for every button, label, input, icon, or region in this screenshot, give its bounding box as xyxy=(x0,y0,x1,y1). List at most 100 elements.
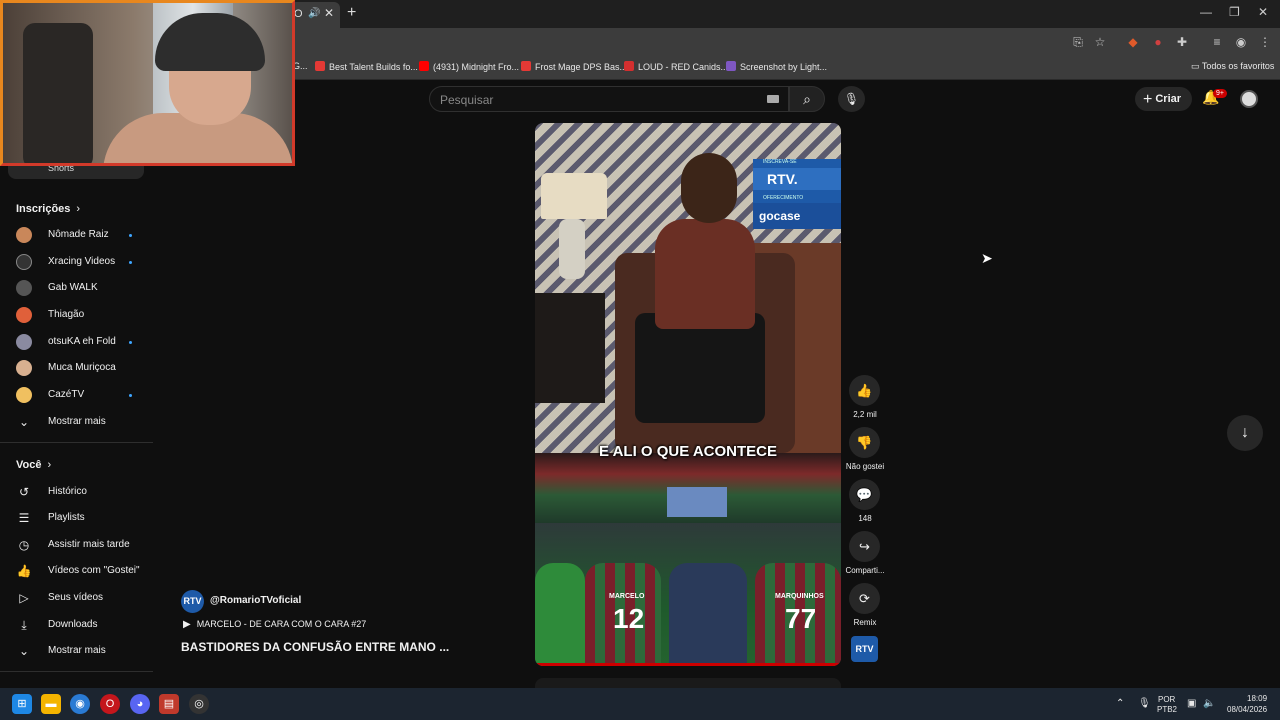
playlists-icon: ☰ xyxy=(18,511,30,525)
channel-avatar[interactable]: RTV xyxy=(181,590,204,613)
sidebar-item-subscription[interactable]: CazéTV xyxy=(0,382,153,408)
video-lamp xyxy=(541,173,607,219)
sidebar-item-history[interactable]: ↺ Histórico xyxy=(0,479,153,505)
keyboard-icon[interactable] xyxy=(767,95,779,103)
sidebar-item-subscription[interactable]: Nômade Raiz xyxy=(0,222,153,248)
search-button[interactable]: ⌕ xyxy=(789,86,825,112)
bookmark-star-icon[interactable]: ☆ xyxy=(1092,34,1108,50)
share-label: Comparti... xyxy=(845,566,885,575)
sidebar-item-playlists[interactable]: ☰ Playlists xyxy=(0,505,153,531)
discord-icon[interactable]: ◕ xyxy=(130,694,150,714)
thumbs-down-icon: 👎 xyxy=(856,435,873,450)
windows-start-icon[interactable]: ⊞ xyxy=(12,694,32,714)
channel-avatar-icon xyxy=(16,307,32,323)
sidebar-item-subscription[interactable]: Thiagão xyxy=(0,302,153,328)
tab-close-icon[interactable]: ✕ xyxy=(324,6,334,20)
browser-tab-active[interactable]: O 🔊 ✕ xyxy=(290,2,340,28)
video-side-table xyxy=(535,293,605,403)
extension-fox-icon[interactable]: ◆ xyxy=(1125,34,1141,50)
sidebar-item-your-videos[interactable]: ▷ Seus vídeos xyxy=(0,585,153,611)
clock-time[interactable]: 18:09 xyxy=(1247,694,1267,703)
opera-icon[interactable]: O xyxy=(100,694,120,714)
close-window-icon[interactable]: ✕ xyxy=(1258,5,1268,19)
sidebar-item-liked[interactable]: 👍 Vídeos com "Gostei" xyxy=(0,558,153,584)
play-icon: ▶ xyxy=(183,619,191,630)
sidebar-item-subscription[interactable]: Xracing Videos xyxy=(0,249,153,275)
new-content-dot xyxy=(129,341,132,344)
playlist-title: MARCELO - DE CARA COM O CARA #27 xyxy=(196,619,367,629)
new-tab-button[interactable]: + xyxy=(347,4,356,22)
overlay-brand: RTV. xyxy=(753,168,841,190)
sidebar-item-shorts[interactable]: Shorts xyxy=(8,163,144,179)
youtube-favicon-icon xyxy=(419,61,429,71)
search-input[interactable] xyxy=(440,92,740,108)
install-app-icon[interactable]: ⎘ xyxy=(1070,34,1086,50)
restore-icon[interactable]: ❐ xyxy=(1229,5,1240,19)
network-icon[interactable]: ▣ xyxy=(1187,698,1196,709)
liked-icon: 👍 xyxy=(16,564,32,578)
sidebar-item-subscription[interactable]: Gab WALK xyxy=(0,275,153,301)
bookmark-item[interactable]: G... xyxy=(293,61,308,71)
shorts-video-player[interactable]: INSCREVA-SE RTV. OFERECIMENTO gocase E A… xyxy=(535,123,841,666)
sidebar-item-subscription[interactable]: Muca Muriçoca xyxy=(0,355,153,381)
bookmark-item[interactable]: Frost Mage DPS Bas... xyxy=(521,61,627,72)
language-indicator[interactable]: POR xyxy=(1158,695,1175,704)
sidebar-item-label: Gab WALK xyxy=(48,282,98,293)
app-icon[interactable]: ▤ xyxy=(159,694,179,714)
dislike-button[interactable]: 👎 xyxy=(849,427,880,458)
profile-icon[interactable]: ◉ xyxy=(1233,34,1249,50)
create-label: Criar xyxy=(1155,93,1182,105)
video-title[interactable]: BASTIDORES DA CONFUSÃO ENTRE MANO ... xyxy=(181,640,449,654)
remix-button[interactable]: ⟳ xyxy=(849,583,880,614)
search-box xyxy=(429,86,789,112)
clock-date[interactable]: 08/04/2026 xyxy=(1227,705,1267,714)
sidebar-show-more-subscriptions[interactable]: ⌄ Mostrar mais xyxy=(0,409,153,435)
bookmark-item[interactable]: Best Talent Builds fo... xyxy=(315,61,418,72)
comments-button[interactable]: 💬 xyxy=(849,479,880,510)
sidebar-item-subscription[interactable]: otsuKA eh Fold xyxy=(0,329,153,355)
volume-icon[interactable]: 🔈 xyxy=(1203,698,1215,709)
search-icon: ⌕ xyxy=(803,91,811,107)
keyboard-layout[interactable]: PTB2 xyxy=(1157,705,1177,714)
extension-badge-icon[interactable]: ● xyxy=(1150,34,1166,50)
file-explorer-icon[interactable]: ▬ xyxy=(41,694,61,714)
tray-chevron-up-icon[interactable]: ⌃ xyxy=(1116,698,1124,709)
all-bookmarks[interactable]: ▭ Todos os favoritos xyxy=(1191,61,1274,72)
obs-icon[interactable]: ◎ xyxy=(189,694,209,714)
create-button[interactable]: + Criar xyxy=(1135,87,1192,111)
bookmark-item[interactable]: (4931) Midnight Fro... xyxy=(419,61,519,72)
tray-mic-icon[interactable]: 🎙 xyxy=(1138,698,1151,709)
sidebar-show-more-you[interactable]: ⌄ Mostrar mais xyxy=(0,638,153,664)
channel-name[interactable]: @RomarioTVoficial xyxy=(210,595,301,606)
bookmark-item[interactable]: Screenshot by Light... xyxy=(726,61,827,72)
next-short-preview[interactable] xyxy=(535,678,841,688)
subscriptions-heading[interactable]: Inscrições › xyxy=(16,203,80,215)
sidebar-item-watch-later[interactable]: ◷ Assistir mais tarde xyxy=(0,532,153,558)
mic-button[interactable]: 🎙 xyxy=(838,86,865,112)
speaker-icon[interactable]: 🔊 xyxy=(308,8,320,19)
share-button[interactable]: ↪ xyxy=(849,531,880,562)
sidebar: Shorts Inscrições › Nômade Raiz Xracing V… xyxy=(0,163,153,676)
you-heading[interactable]: Você › xyxy=(16,459,51,471)
next-video-button[interactable]: ↓ xyxy=(1227,415,1263,451)
media-control-icon[interactable]: ≡ xyxy=(1209,34,1225,50)
browser-menu-icon[interactable]: ⋮ xyxy=(1257,34,1273,50)
minimize-icon[interactable]: — xyxy=(1200,5,1212,19)
chrome-icon[interactable]: ◉ xyxy=(70,694,90,714)
bookmark-favicon-icon xyxy=(315,61,325,71)
sidebar-divider xyxy=(0,442,153,443)
video-progress-bar[interactable] xyxy=(535,663,841,666)
bookmark-item[interactable]: LOUD - RED Canids... xyxy=(624,61,728,72)
channel-thumbnail-button[interactable]: RTV xyxy=(851,636,878,662)
notifications-badge: 9+ xyxy=(1213,89,1227,98)
webcam-overlay xyxy=(0,0,295,166)
extensions-puzzle-icon[interactable]: ✚ xyxy=(1174,34,1190,50)
sidebar-item-downloads[interactable]: ⤓ Downloads xyxy=(0,612,153,638)
like-button[interactable]: 👍 xyxy=(849,375,880,406)
playlist-link[interactable]: ▶ MARCELO - DE CARA COM O CARA #27 xyxy=(183,619,366,630)
account-avatar[interactable] xyxy=(1240,90,1258,108)
video-person-shirt xyxy=(655,219,755,329)
bookmark-favicon-icon xyxy=(521,61,531,71)
sidebar-item-label: CazéTV xyxy=(48,389,85,400)
bookmark-favicon-icon xyxy=(624,61,634,71)
